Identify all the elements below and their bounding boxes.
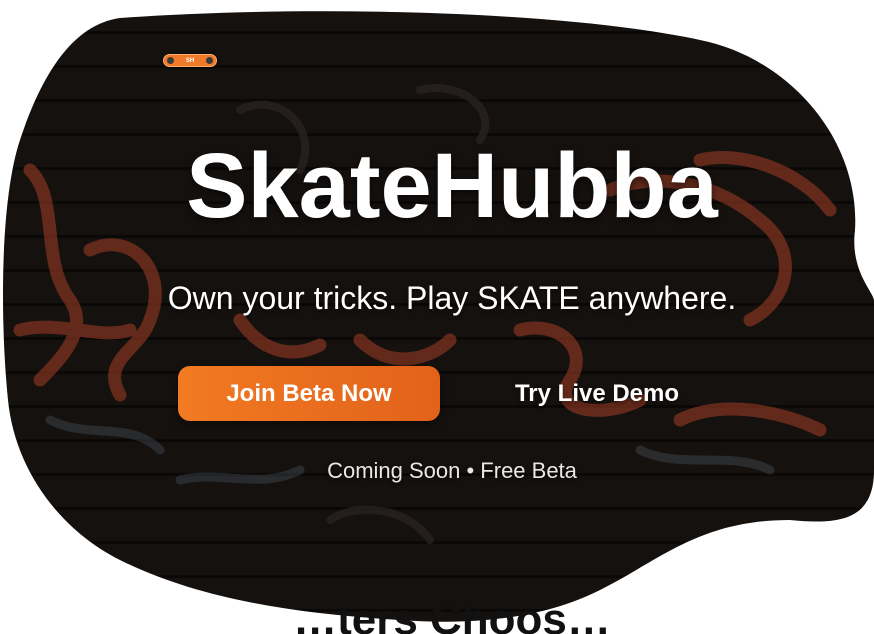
skateboard-wheel-icon xyxy=(206,57,213,64)
launch-status-text: Coming Soon • Free Beta xyxy=(327,458,577,483)
hero-tagline: Own your tricks. Play SKATE anywhere. xyxy=(167,280,737,316)
logo-badge[interactable]: SH xyxy=(163,54,217,67)
skateboard-wheel-icon xyxy=(167,57,174,64)
section-heading: …ters Choos… xyxy=(293,595,611,634)
join-beta-button[interactable]: Join Beta Now xyxy=(178,366,440,421)
hero-title: SkateHubba xyxy=(186,135,718,237)
page: SH SkateHubba Own your tricks. Play SKAT… xyxy=(0,0,874,634)
try-live-demo-button[interactable]: Try Live Demo xyxy=(486,366,708,421)
logo-text: SH xyxy=(185,57,195,64)
